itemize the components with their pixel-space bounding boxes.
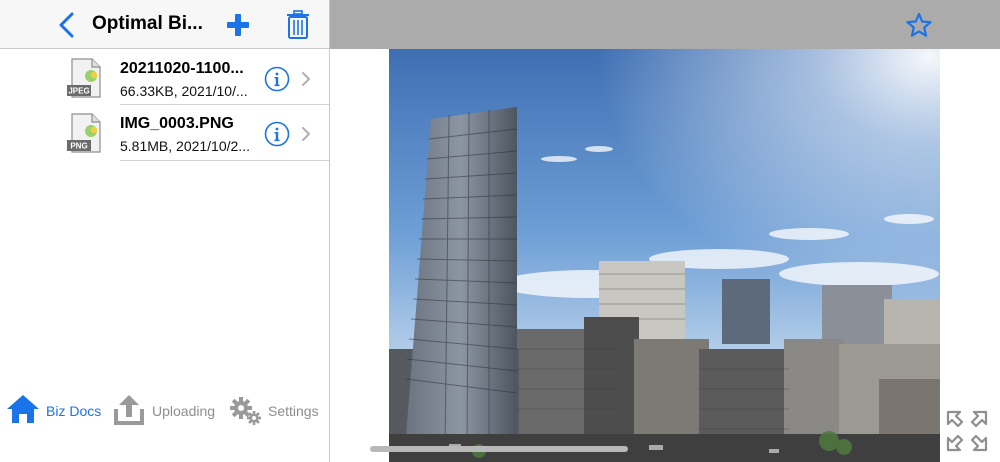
tab-uploading[interactable]: Uploading (113, 392, 225, 432)
list-item[interactable]: PNG IMG_0003.PNG 5.81MB, 2021/10/2... (0, 107, 329, 163)
tab-label: Biz Docs (46, 403, 102, 419)
svg-text:JPEG: JPEG (68, 87, 89, 96)
file-name: IMG_0003.PNG (120, 115, 234, 132)
navigation-bar: Optimal Bi... (0, 0, 329, 49)
tab-settings[interactable]: Settings (229, 392, 329, 432)
home-indicator (370, 446, 628, 452)
row-divider (120, 104, 329, 105)
star-icon[interactable] (906, 12, 932, 38)
upload-icon (114, 395, 144, 425)
tab-label: Settings (268, 403, 319, 419)
file-name: 20211020-1100... (120, 60, 244, 77)
home-icon (7, 395, 39, 423)
file-meta: 5.81MB, 2021/10/2... (120, 138, 250, 154)
city-skyline-image (389, 49, 940, 462)
file-list-pane: Optimal Bi... JPEG 20211020-1100... 66.3… (0, 0, 329, 462)
trash-icon[interactable] (286, 10, 310, 40)
jpeg-file-icon: JPEG (67, 58, 101, 98)
row-divider (120, 160, 329, 161)
photo-preview[interactable] (389, 49, 940, 462)
pane-divider (329, 0, 330, 462)
expand-icon[interactable] (946, 410, 988, 452)
svg-text:PNG: PNG (70, 142, 87, 151)
back-chevron-icon[interactable] (56, 12, 78, 38)
file-meta: 66.33KB, 2021/10/... (120, 83, 248, 99)
chevron-right-icon (302, 72, 310, 86)
list-item[interactable]: JPEG 20211020-1100... 66.33KB, 2021/10/.… (0, 52, 329, 108)
info-icon[interactable] (264, 66, 290, 92)
tab-label: Uploading (152, 403, 216, 419)
gear-icon (230, 397, 261, 425)
chevron-right-icon (302, 127, 310, 141)
page-title: Optimal Bi... (92, 13, 203, 34)
viewer-toolbar (330, 0, 1000, 49)
tab-biz-docs[interactable]: Biz Docs (6, 392, 108, 432)
png-file-icon: PNG (67, 113, 101, 153)
add-icon[interactable] (226, 13, 250, 37)
info-icon[interactable] (264, 121, 290, 147)
